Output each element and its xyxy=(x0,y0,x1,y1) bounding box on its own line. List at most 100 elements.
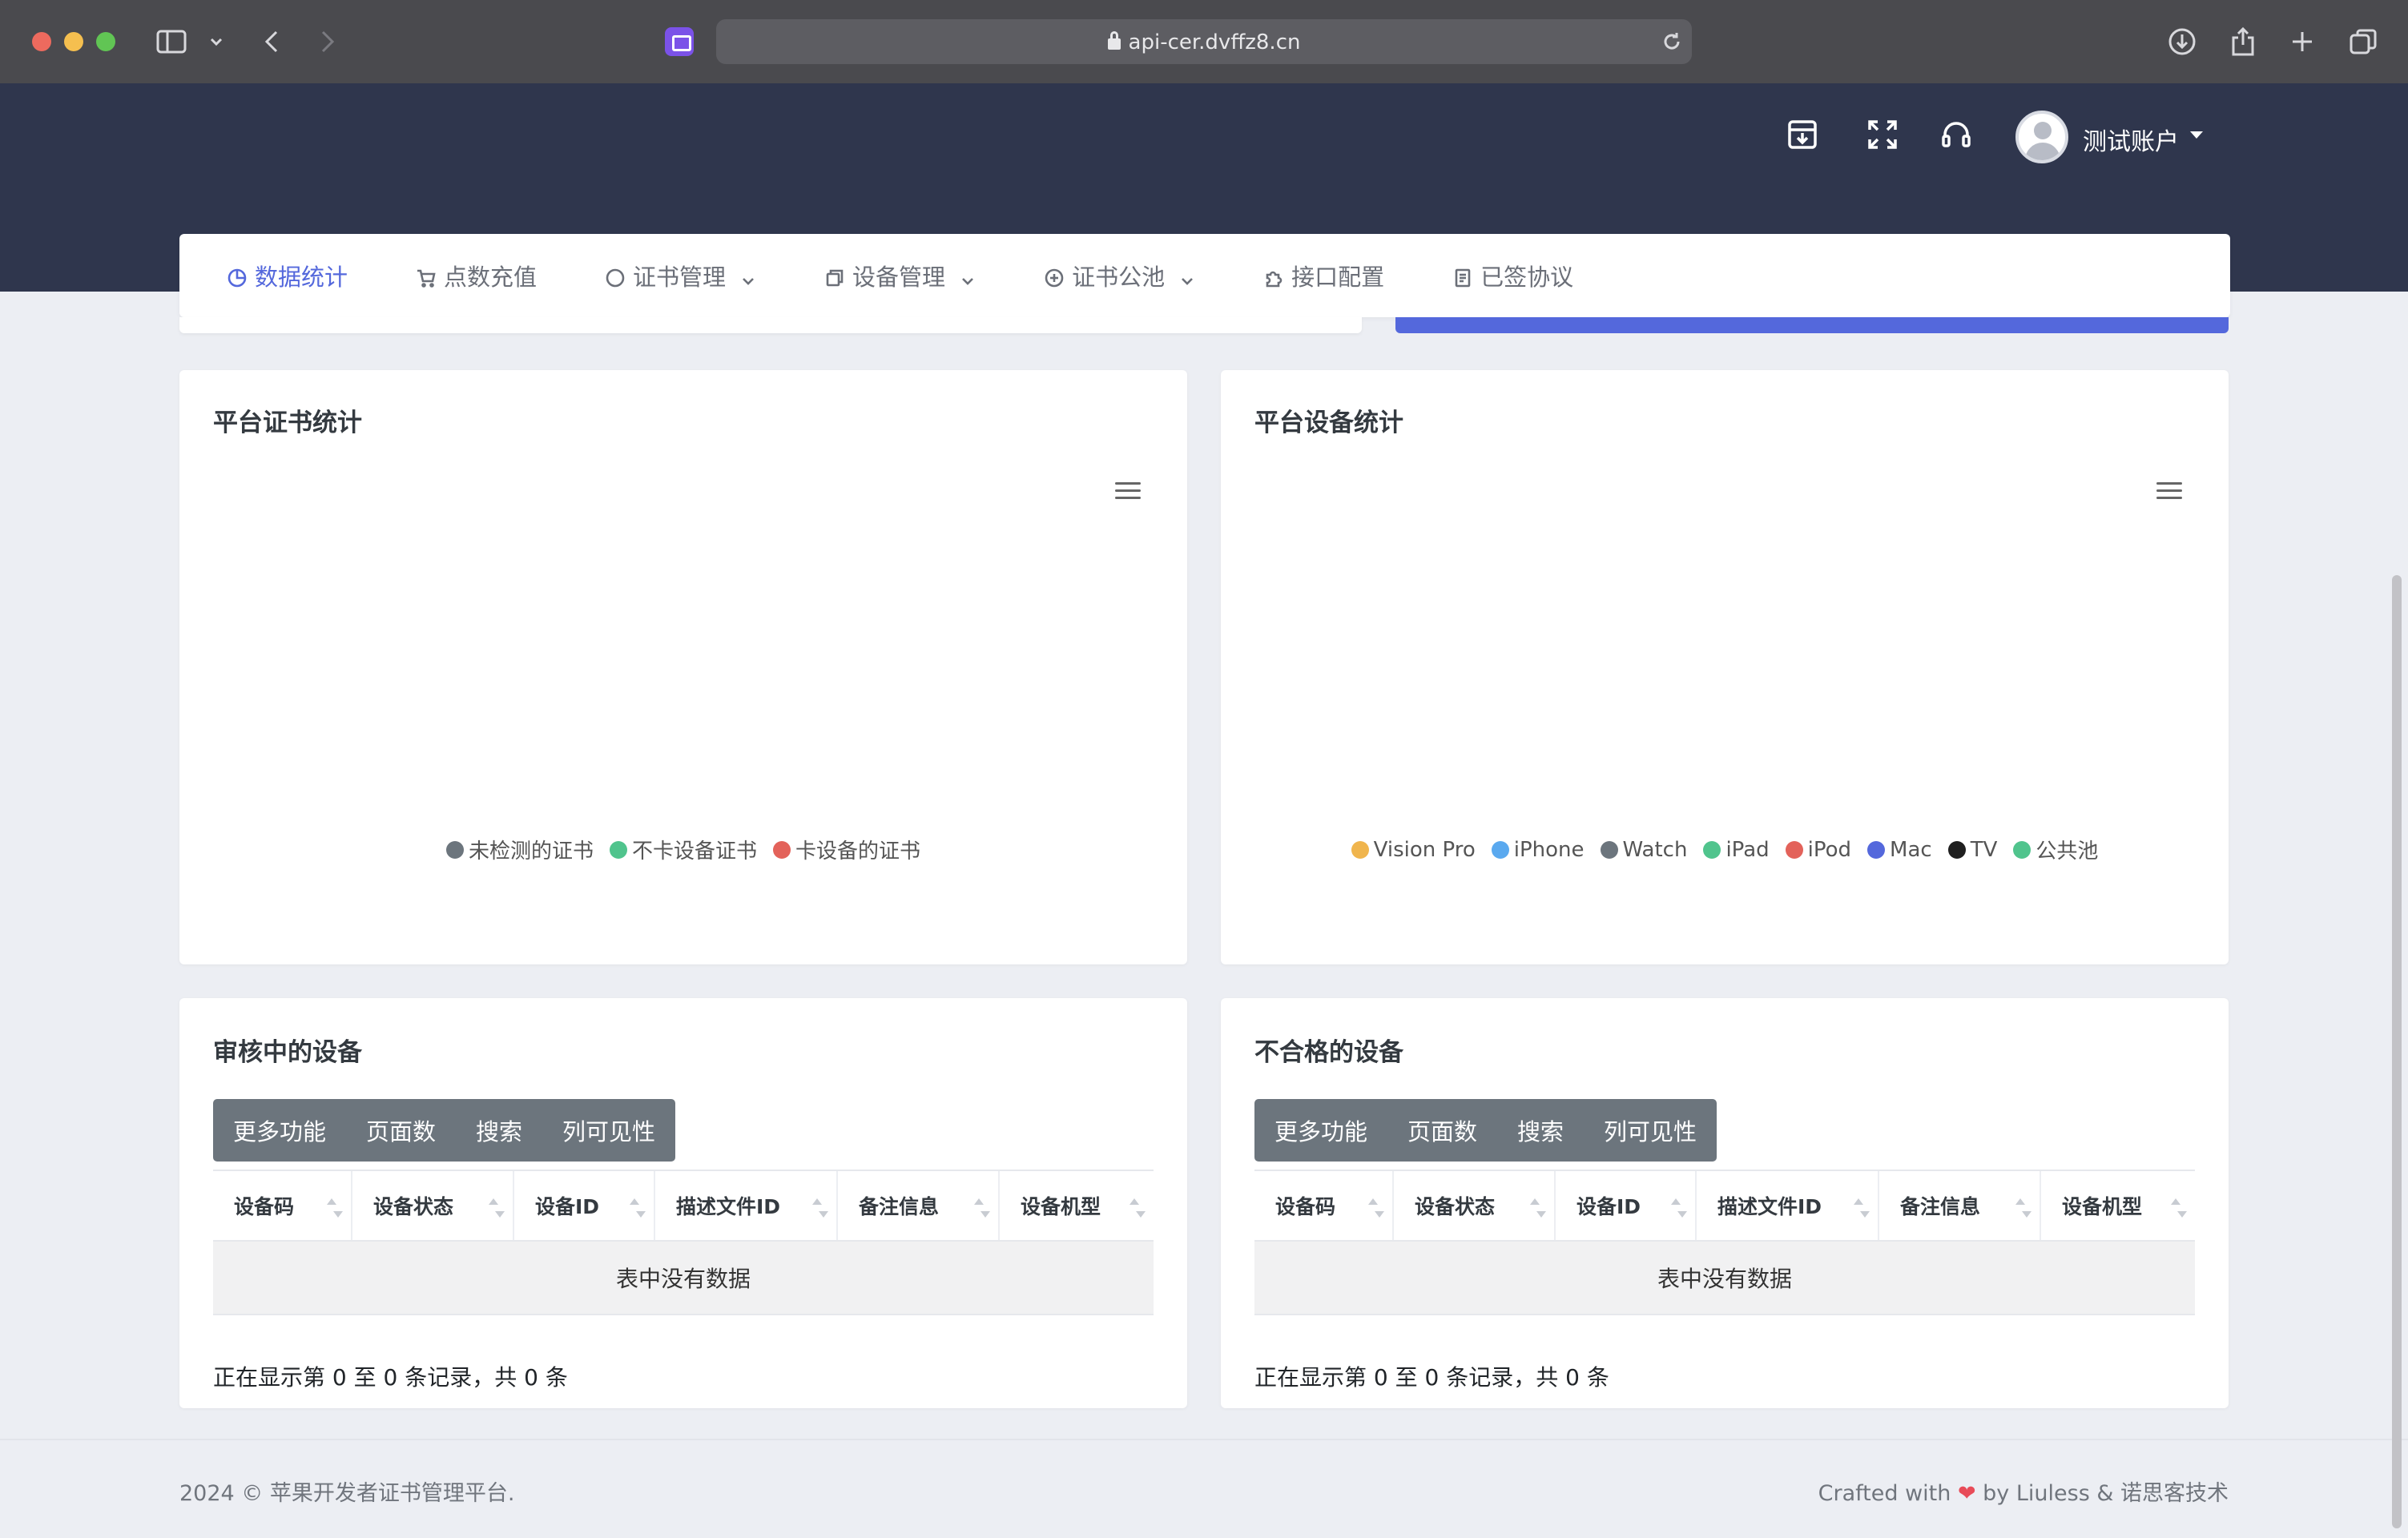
chevron-down-icon[interactable] xyxy=(207,22,226,61)
column-header[interactable]: 设备ID xyxy=(1556,1171,1697,1240)
card-title: 审核中的设备 xyxy=(213,1038,362,1067)
legend-label: iPod xyxy=(1807,837,1852,862)
archive-download-icon[interactable] xyxy=(1785,117,1820,152)
sort-icon xyxy=(327,1198,343,1218)
headset-icon[interactable] xyxy=(1939,117,1974,152)
legend-item[interactable]: TV xyxy=(1947,835,1997,864)
sort-icon xyxy=(630,1198,646,1218)
column-header[interactable]: 设备状态 xyxy=(352,1171,514,1240)
forward-icon[interactable] xyxy=(316,22,340,61)
copy-icon xyxy=(825,266,844,287)
legend-item[interactable]: 卡设备的证书 xyxy=(773,835,920,864)
chart-legend: 未检测的证书 不卡设备证书 卡设备的证书 xyxy=(179,835,1187,864)
legend-item[interactable]: iPod xyxy=(1785,835,1852,864)
column-header[interactable]: 设备机型 xyxy=(2041,1171,2195,1240)
page-length-button[interactable]: 页面数 xyxy=(1387,1099,1497,1162)
card-title: 不合格的设备 xyxy=(1254,1038,1403,1067)
legend-dot xyxy=(445,840,464,859)
legend-label: iPad xyxy=(1725,837,1770,862)
column-visibility-button[interactable]: 列可见性 xyxy=(542,1099,675,1162)
search-button[interactable]: 搜索 xyxy=(1497,1099,1584,1162)
legend-item[interactable]: iPhone xyxy=(1491,835,1585,864)
chart-menu-icon[interactable] xyxy=(2156,482,2182,500)
legend-item[interactable]: Vision Pro xyxy=(1351,835,1476,864)
nav-recharge[interactable]: 点数充值 xyxy=(417,259,537,292)
sort-icon xyxy=(812,1198,828,1218)
legend-item[interactable]: 公共池 xyxy=(2013,835,2098,864)
chevron-down-icon xyxy=(1179,268,1195,285)
table-header-row: 设备码 设备状态 设备ID 描述文件ID 备注信息 设备机型 xyxy=(213,1170,1154,1242)
legend-item[interactable]: iPad xyxy=(1703,835,1770,864)
table-button-group: 更多功能 页面数 搜索 列可见性 xyxy=(1254,1099,1717,1162)
nav-data-stats[interactable]: 数据统计 xyxy=(228,259,348,292)
legend-label: 卡设备的证书 xyxy=(795,839,921,864)
browser-toolbar: api-cer.dvffz8.cn xyxy=(0,0,2408,83)
heart-icon: ❤ xyxy=(1957,1481,1976,1506)
legend-dot xyxy=(2013,840,2031,859)
card-title: 平台证书统计 xyxy=(213,409,362,437)
legend-item[interactable]: Watch xyxy=(1600,835,1687,864)
user-name[interactable]: 测试账户 xyxy=(2083,122,2179,157)
column-header[interactable]: 备注信息 xyxy=(838,1171,1000,1240)
nav-device-management[interactable]: 设备管理 xyxy=(825,259,976,292)
column-header[interactable]: 备注信息 xyxy=(1879,1171,2041,1240)
sort-icon xyxy=(1530,1198,1546,1218)
share-icon[interactable] xyxy=(2229,22,2257,61)
circle-icon xyxy=(606,266,625,288)
column-header[interactable]: 设备机型 xyxy=(1000,1171,1154,1240)
chart-menu-icon[interactable] xyxy=(1115,482,1141,500)
close-window-button[interactable] xyxy=(32,32,51,51)
document-icon xyxy=(1453,266,1472,288)
tab-overview-icon[interactable] xyxy=(2347,22,2379,61)
legend-item[interactable]: 未检测的证书 xyxy=(445,835,594,864)
chevron-down-icon xyxy=(740,268,756,285)
column-header[interactable]: 描述文件ID xyxy=(1697,1171,1879,1240)
column-header[interactable]: 描述文件ID xyxy=(655,1171,838,1240)
extension-icon[interactable] xyxy=(665,27,694,56)
search-button[interactable]: 搜索 xyxy=(456,1099,542,1162)
back-icon[interactable] xyxy=(260,22,284,61)
maximize-window-button[interactable] xyxy=(96,32,115,51)
sort-icon xyxy=(2015,1198,2031,1218)
reload-icon[interactable] xyxy=(1660,27,1684,56)
legend-item[interactable]: 不卡设备证书 xyxy=(609,835,757,864)
page-length-button[interactable]: 页面数 xyxy=(346,1099,456,1162)
pending-devices-card: 审核中的设备 更多功能 页面数 搜索 列可见性 设备码 设备状态 设备ID 描述… xyxy=(179,998,1187,1408)
legend-item[interactable]: Mac xyxy=(1867,835,1932,864)
plus-circle-icon xyxy=(1045,266,1064,288)
column-visibility-button[interactable]: 列可见性 xyxy=(1584,1099,1717,1162)
main-nav: 数据统计 点数充值 证书管理 设备管理 证书公池 接口配置 已签协议 xyxy=(179,234,2230,317)
nav-signed-agreements[interactable]: 已签协议 xyxy=(1453,259,1573,292)
nav-cert-management[interactable]: 证书管理 xyxy=(606,259,756,292)
new-tab-icon[interactable] xyxy=(2288,22,2317,61)
legend-label: 不卡设备证书 xyxy=(631,839,757,864)
sidebar-toggle-icon[interactable] xyxy=(154,22,189,61)
minimize-window-button[interactable] xyxy=(64,32,83,51)
legend-label: 未检测的证书 xyxy=(468,839,594,864)
column-header[interactable]: 设备ID xyxy=(514,1171,655,1240)
legend-dot xyxy=(1947,840,1966,859)
footer-credits: Crafted with ❤ by Liuless & 诺思客技术 xyxy=(1818,1481,2229,1506)
fullscreen-icon[interactable] xyxy=(1865,117,1900,152)
avatar[interactable] xyxy=(2015,111,2068,163)
more-functions-button[interactable]: 更多功能 xyxy=(1254,1099,1387,1162)
empty-table-message: 表中没有数据 xyxy=(1254,1242,2195,1315)
column-header[interactable]: 设备状态 xyxy=(1394,1171,1556,1240)
nav-cert-pool[interactable]: 证书公池 xyxy=(1045,259,1195,292)
table-header-row: 设备码 设备状态 设备ID 描述文件ID 备注信息 设备机型 xyxy=(1254,1170,2195,1242)
nav-label: 证书公池 xyxy=(1072,264,1166,291)
table-button-group: 更多功能 页面数 搜索 列可见性 xyxy=(213,1099,676,1162)
legend-dot xyxy=(1703,840,1721,859)
more-functions-button[interactable]: 更多功能 xyxy=(213,1099,346,1162)
column-header[interactable]: 设备码 xyxy=(1254,1171,1394,1240)
address-bar[interactable]: api-cer.dvffz8.cn xyxy=(716,19,1692,64)
cert-stats-card: 平台证书统计 未检测的证书 不卡设备证书 卡设备的证书 xyxy=(179,370,1187,964)
column-header[interactable]: 设备码 xyxy=(213,1171,352,1240)
legend-label: Mac xyxy=(1890,837,1932,862)
download-icon[interactable] xyxy=(2166,22,2198,61)
card-title: 平台设备统计 xyxy=(1254,409,1403,437)
nav-label: 点数充值 xyxy=(444,264,538,291)
nav-api-config[interactable]: 接口配置 xyxy=(1264,259,1384,292)
page-scrollbar[interactable] xyxy=(2392,575,2402,1528)
user-dropdown-caret-icon[interactable] xyxy=(2190,131,2203,139)
